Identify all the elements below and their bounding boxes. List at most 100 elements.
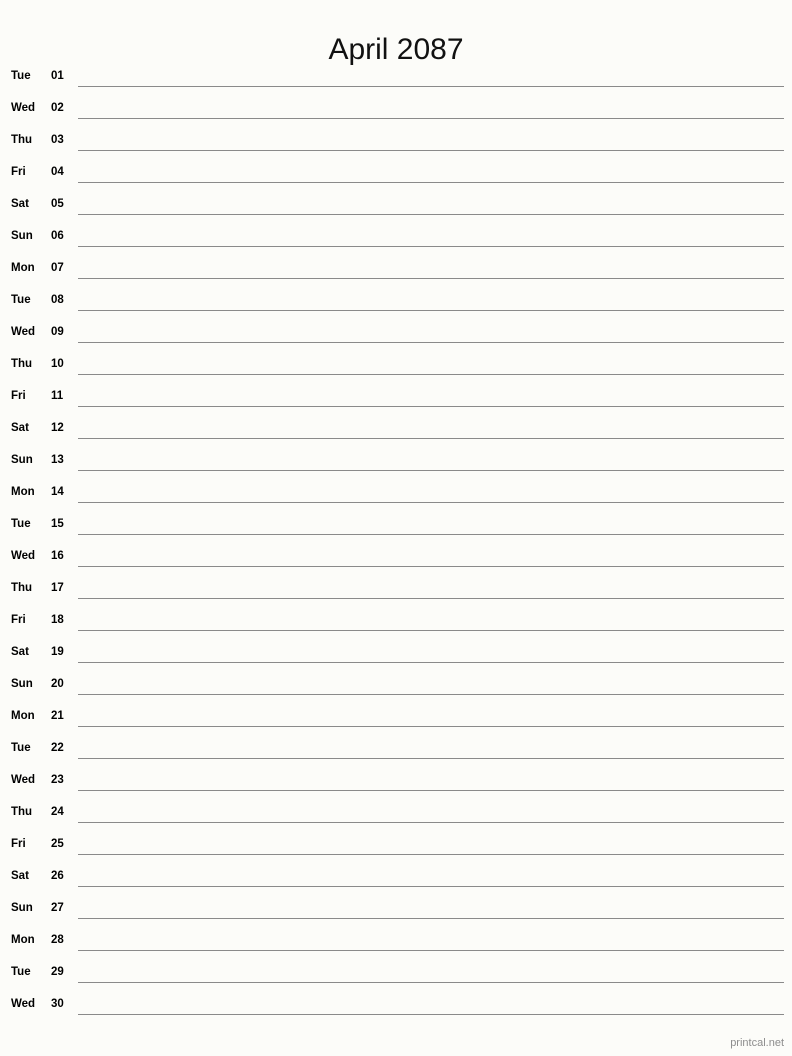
- day-writing-line[interactable]: [78, 598, 784, 599]
- day-row[interactable]: Sun 27: [0, 892, 792, 924]
- day-row[interactable]: Fri 11: [0, 380, 792, 412]
- day-writing-line[interactable]: [78, 86, 784, 87]
- day-writing-line[interactable]: [78, 918, 784, 919]
- day-writing-line[interactable]: [78, 118, 784, 119]
- footer-credit: printcal.net: [730, 1037, 784, 1049]
- day-row[interactable]: Tue 01: [0, 60, 792, 92]
- day-row[interactable]: Fri 18: [0, 604, 792, 636]
- day-weekday-label: Mon: [11, 262, 35, 274]
- day-weekday-label: Sat: [11, 422, 29, 434]
- day-number-label: 17: [51, 582, 64, 594]
- day-row[interactable]: Thu 24: [0, 796, 792, 828]
- day-writing-line[interactable]: [78, 310, 784, 311]
- day-weekday-label: Sun: [11, 454, 33, 466]
- day-weekday-label: Fri: [11, 614, 26, 626]
- day-weekday-label: Tue: [11, 294, 31, 306]
- day-weekday-label: Thu: [11, 582, 33, 594]
- day-writing-line[interactable]: [78, 278, 784, 279]
- day-weekday-label: Sat: [11, 198, 29, 210]
- day-weekday-label: Sat: [11, 646, 29, 658]
- day-writing-line[interactable]: [78, 438, 784, 439]
- calendar-page: April 2087 Tue 01 Wed 02 Thu 03 Fri 04 Sat 05 Sun 0…: [0, 0, 792, 1056]
- day-row[interactable]: Sat 19: [0, 636, 792, 668]
- day-row[interactable]: Thu 17: [0, 572, 792, 604]
- day-writing-line[interactable]: [78, 982, 784, 983]
- day-writing-line[interactable]: [78, 246, 784, 247]
- day-writing-line[interactable]: [78, 854, 784, 855]
- day-number-label: 18: [51, 614, 64, 626]
- day-number-label: 12: [51, 422, 64, 434]
- day-writing-line[interactable]: [78, 758, 784, 759]
- day-row[interactable]: Wed 30: [0, 988, 792, 1020]
- day-number-label: 02: [51, 102, 64, 114]
- day-row[interactable]: Sat 26: [0, 860, 792, 892]
- day-row[interactable]: Tue 22: [0, 732, 792, 764]
- day-number-label: 28: [51, 934, 64, 946]
- day-row[interactable]: Mon 28: [0, 924, 792, 956]
- day-writing-line[interactable]: [78, 566, 784, 567]
- day-writing-line[interactable]: [78, 470, 784, 471]
- day-row[interactable]: Wed 16: [0, 540, 792, 572]
- day-writing-line[interactable]: [78, 214, 784, 215]
- day-row[interactable]: Tue 08: [0, 284, 792, 316]
- day-writing-line[interactable]: [78, 822, 784, 823]
- day-number-label: 26: [51, 870, 64, 882]
- day-number-label: 19: [51, 646, 64, 658]
- day-row[interactable]: Thu 03: [0, 124, 792, 156]
- day-writing-line[interactable]: [78, 694, 784, 695]
- day-writing-line[interactable]: [78, 342, 784, 343]
- day-weekday-label: Wed: [11, 550, 36, 562]
- day-writing-line[interactable]: [78, 950, 784, 951]
- day-number-label: 11: [51, 390, 64, 402]
- day-writing-line[interactable]: [78, 726, 784, 727]
- day-writing-line[interactable]: [78, 534, 784, 535]
- day-number-label: 01: [51, 70, 64, 82]
- day-row[interactable]: Fri 25: [0, 828, 792, 860]
- day-row[interactable]: Sat 12: [0, 412, 792, 444]
- day-weekday-label: Wed: [11, 102, 36, 114]
- day-row[interactable]: Mon 14: [0, 476, 792, 508]
- day-number-label: 08: [51, 294, 64, 306]
- day-row[interactable]: Tue 29: [0, 956, 792, 988]
- day-number-label: 25: [51, 838, 64, 850]
- day-row[interactable]: Sat 05: [0, 188, 792, 220]
- day-row[interactable]: Mon 07: [0, 252, 792, 284]
- day-weekday-label: Fri: [11, 390, 26, 402]
- day-rows-list: Tue 01 Wed 02 Thu 03 Fri 04 Sat 05 Sun 06 Mon 07 Tue 08…: [0, 60, 792, 1020]
- day-writing-line[interactable]: [78, 182, 784, 183]
- day-weekday-label: Wed: [11, 998, 36, 1010]
- day-row[interactable]: Wed 02: [0, 92, 792, 124]
- day-row[interactable]: Thu 10: [0, 348, 792, 380]
- day-writing-line[interactable]: [78, 630, 784, 631]
- day-row[interactable]: Mon 21: [0, 700, 792, 732]
- day-writing-line[interactable]: [78, 790, 784, 791]
- day-number-label: 09: [51, 326, 64, 338]
- day-row[interactable]: Wed 23: [0, 764, 792, 796]
- day-weekday-label: Mon: [11, 710, 35, 722]
- day-writing-line[interactable]: [78, 406, 784, 407]
- day-writing-line[interactable]: [78, 502, 784, 503]
- day-writing-line[interactable]: [78, 662, 784, 663]
- day-number-label: 10: [51, 358, 64, 370]
- day-writing-line[interactable]: [78, 150, 784, 151]
- day-row[interactable]: Fri 04: [0, 156, 792, 188]
- day-weekday-label: Sun: [11, 678, 33, 690]
- day-number-label: 27: [51, 902, 64, 914]
- day-row[interactable]: Sun 06: [0, 220, 792, 252]
- day-row[interactable]: Sun 20: [0, 668, 792, 700]
- day-number-label: 13: [51, 454, 64, 466]
- day-writing-line[interactable]: [78, 374, 784, 375]
- day-row[interactable]: Tue 15: [0, 508, 792, 540]
- day-number-label: 03: [51, 134, 64, 146]
- day-row[interactable]: Wed 09: [0, 316, 792, 348]
- day-weekday-label: Wed: [11, 774, 36, 786]
- day-weekday-label: Thu: [11, 806, 33, 818]
- day-weekday-label: Tue: [11, 966, 31, 978]
- day-number-label: 21: [51, 710, 64, 722]
- day-weekday-label: Sun: [11, 230, 33, 242]
- day-writing-line[interactable]: [78, 1014, 784, 1015]
- day-weekday-label: Mon: [11, 486, 35, 498]
- day-number-label: 30: [51, 998, 64, 1010]
- day-row[interactable]: Sun 13: [0, 444, 792, 476]
- day-writing-line[interactable]: [78, 886, 784, 887]
